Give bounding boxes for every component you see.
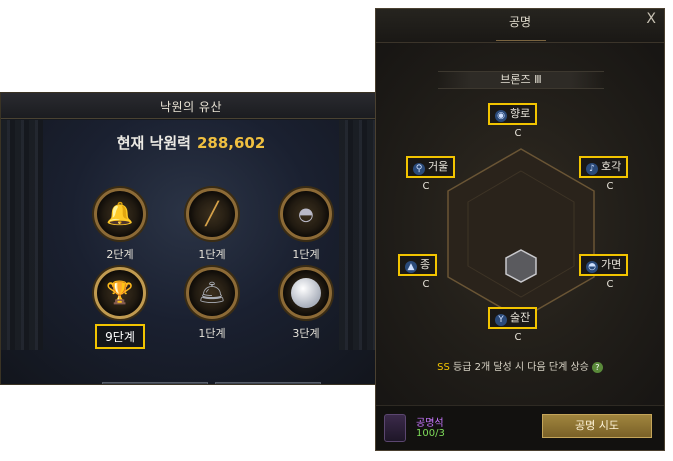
current-power: 현재 낙원력 288,602 <box>1 132 381 153</box>
power-value: 288,602 <box>196 134 266 152</box>
resonance-footer: 공명석 100/3 공명 시도 <box>376 405 664 450</box>
resonance-body: 브론즈 Ⅲ ◉ 향로 C ⚲ 거울 C ♪ 호각 C ▲ 종 C ◓ 가면 C … <box>376 43 664 405</box>
slot-grade: C <box>606 279 614 290</box>
close-icon[interactable]: X <box>646 11 656 27</box>
slot-grade: C <box>606 181 614 192</box>
slot-censer[interactable]: ◉ 향로 <box>488 103 538 125</box>
resonance-stone-icon <box>384 414 406 442</box>
mask-icon: ◓ <box>280 188 332 240</box>
legacy-button-row: 복원 공명 <box>1 382 381 384</box>
legacy-title: 낙원의 유산 <box>159 100 222 114</box>
slot-goblet[interactable]: Y 술잔 <box>488 307 538 329</box>
mask-icon: ◓ <box>586 261 598 273</box>
upgrade-hint: SS 등급 2개 달성 시 다음 단계 상승? <box>376 358 664 373</box>
header-ornament <box>496 27 546 41</box>
relic-level: 3단계 <box>292 327 320 340</box>
slot-grade: C <box>514 128 522 139</box>
try-resonance-button[interactable]: 공명 시도 <box>542 414 652 438</box>
slot-grade: C <box>422 279 430 290</box>
horn-icon: ♪ <box>586 163 598 175</box>
center-gem-icon <box>505 249 537 283</box>
legacy-header: 낙원의 유산 <box>1 93 381 119</box>
hint-text: 등급 2개 달성 시 다음 단계 상승 <box>449 362 589 373</box>
rank-label: 브론즈 Ⅲ <box>438 71 604 89</box>
censer-icon: ◉ <box>495 110 507 122</box>
slot-label: 향로 <box>510 107 531 120</box>
slot-label: 가면 <box>601 258 622 271</box>
relic-level: 1단계 <box>198 327 226 340</box>
hint-ss: SS <box>437 362 450 373</box>
chalice-icon: 🏆 <box>94 267 146 319</box>
slot-horn[interactable]: ♪ 호각 <box>579 156 629 178</box>
slot-grade: C <box>514 332 522 343</box>
bell-icon: 🛎 <box>186 267 238 319</box>
slot-label: 종 <box>420 258 431 271</box>
restore-button[interactable]: 복원 <box>102 382 208 384</box>
slot-mask[interactable]: ◓ 가면 <box>579 254 629 276</box>
slot-label: 거울 <box>428 160 449 173</box>
legacy-panel: 낙원의 유산 현재 낙원력 288,602 🔔 2단계 ╱ 1단계 ◓ 1단계 🏆… <box>0 92 382 385</box>
mirror-icon: ⚲ <box>413 163 425 175</box>
stone-count: 100/3 <box>416 428 445 439</box>
slot-label: 호각 <box>601 160 622 173</box>
slot-label: 술잔 <box>510 311 531 324</box>
resonance-header: 공명 X <box>376 9 664 43</box>
legacy-body: 현재 낙원력 288,602 🔔 2단계 ╱ 1단계 ◓ 1단계 🏆 9단계 🛎 … <box>1 120 381 384</box>
relic-slot-6[interactable]: 3단계 <box>276 267 336 341</box>
left-pillar-decoration <box>1 120 43 350</box>
stone-name: 공명석 <box>416 418 444 429</box>
relic-slot-3[interactable]: ◓ 1단계 <box>276 188 336 262</box>
relic-level: 2단계 <box>106 248 134 261</box>
relic-level-selected: 9단계 <box>95 324 145 349</box>
mirror-icon <box>280 267 332 319</box>
golden-bell-icon: 🔔 <box>94 188 146 240</box>
relic-level: 1단계 <box>292 248 320 261</box>
help-icon[interactable]: ? <box>591 362 603 373</box>
slot-grade: C <box>422 181 430 192</box>
resonance-panel: 공명 X 브론즈 Ⅲ ◉ 향로 C ⚲ 거울 C ♪ 호각 C ▲ 종 C ◓ … <box>375 8 665 451</box>
goblet-icon: Y <box>495 314 507 326</box>
slot-bell[interactable]: ▲ 종 <box>398 254 438 276</box>
relic-slot-2[interactable]: ╱ 1단계 <box>182 188 242 262</box>
relic-level-wrap: 9단계 <box>85 324 155 349</box>
relic-level: 1단계 <box>198 248 226 261</box>
relic-slot-1[interactable]: 🔔 2단계 <box>90 188 150 262</box>
resonance-button[interactable]: 공명 <box>215 382 321 384</box>
bell-icon: ▲ <box>405 261 417 273</box>
power-label: 현재 낙원력 <box>116 134 191 152</box>
slot-mirror[interactable]: ⚲ 거울 <box>406 156 456 178</box>
relic-slot-5[interactable]: 🛎 1단계 <box>182 267 242 341</box>
resonance-hexagon <box>447 148 595 320</box>
relic-slot-4[interactable]: 🏆 9단계 <box>85 267 155 349</box>
flute-icon: ╱ <box>186 188 238 240</box>
